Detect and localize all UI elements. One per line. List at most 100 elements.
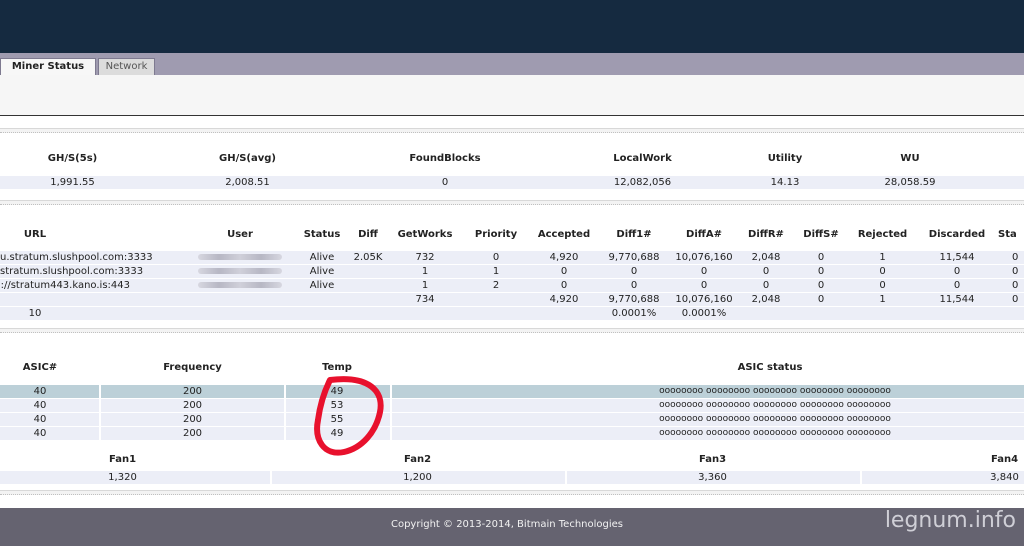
asic-temp: 49 (330, 386, 344, 397)
pool-user-redacted (195, 265, 285, 278)
pool-diffr: 0 (762, 280, 770, 291)
total-diff1: 9,770,688 (608, 294, 660, 305)
pool-user-redacted (195, 251, 285, 264)
summary-header-foundblocks: FoundBlocks (409, 153, 481, 164)
pool-url: stratum.slushpool.com:3333 (0, 266, 144, 277)
pool-discarded: 0 (953, 266, 961, 277)
pool-sta: 0 (1012, 280, 1019, 291)
summary-utility: 14.13 (770, 177, 800, 188)
fan-speed-3: 3,360 (698, 472, 727, 483)
copyright-text: Copyright © 2013-2014, Bitmain Technolog… (390, 519, 624, 530)
top-banner (0, 0, 1024, 53)
pool-diffs: 0 (817, 252, 825, 263)
pools-header-discarded: Discarded (928, 229, 986, 240)
tab-miner-status[interactable]: Miner Status (0, 58, 96, 76)
asic-frequency: 200 (182, 428, 203, 439)
table-row (0, 471, 1024, 484)
fan-speed-4: 3,840 (990, 472, 1019, 483)
asic-status: oooooooo oooooooo oooooooo oooooooo oooo… (659, 414, 891, 424)
pool-status: Alive (309, 252, 335, 263)
pools-header-diffa: DiffA# (686, 229, 722, 240)
fan-header-2: Fan2 (403, 454, 432, 465)
pools-header-priority: Priority (474, 229, 518, 240)
watermark: legnum.info (884, 508, 1016, 533)
pool-priority: 2 (492, 280, 500, 291)
pools-header-sta: Sta (998, 229, 1017, 240)
pool-rejected: 1 (879, 252, 886, 263)
column-divider (99, 385, 101, 441)
asic-temp: 49 (330, 428, 344, 439)
asic-number: 40 (33, 414, 47, 425)
pools-header-diff: Diff (358, 229, 378, 240)
pool-accepted: 0 (560, 266, 568, 277)
asic-status: oooooooo oooooooo oooooooo oooooooo oooo… (659, 386, 891, 396)
summary-ghsavg: 2,008.51 (225, 177, 270, 188)
pool-status: Alive (309, 266, 335, 277)
summary-ghs5s: 1,991.55 (50, 177, 95, 188)
summary-header-ghs5s: GH/S(5s) (47, 153, 98, 164)
pools-header-diffs: DiffS# (803, 229, 839, 240)
summary-foundblocks: 0 (441, 177, 449, 188)
section-divider (0, 128, 1024, 133)
total-getworks: 734 (415, 294, 435, 305)
pool-getworks: 1 (421, 280, 429, 291)
total-sta: 0 (1012, 294, 1019, 305)
pool-diffr: 2,048 (751, 252, 781, 263)
pools-header-rejected: Rejected (857, 229, 908, 240)
asic-temp: 53 (330, 400, 344, 411)
column-divider (860, 471, 862, 484)
pool-sta: 0 (1012, 252, 1019, 263)
pool-getworks: 1 (421, 266, 429, 277)
fan-header-1: Fan1 (108, 454, 137, 465)
fan-header-4: Fan4 (990, 454, 1019, 465)
summary-wu: 28,058.59 (884, 177, 936, 188)
total-diffs: 0 (817, 294, 825, 305)
asic-number: 40 (33, 386, 47, 397)
total-rejected: 1 (879, 294, 886, 305)
pool-diff1: 0 (630, 280, 638, 291)
asic-header-temp: Temp (322, 362, 352, 373)
pool-sta: 0 (1012, 266, 1019, 277)
asic-status: oooooooo oooooooo oooooooo oooooooo oooo… (659, 428, 891, 438)
fan-speed-1: 1,320 (108, 472, 137, 483)
total-diffr: 2,048 (751, 294, 781, 305)
total-discarded: 11,544 (939, 294, 975, 305)
tab-network[interactable]: Network (98, 58, 155, 75)
pool-diffa: 0 (700, 280, 708, 291)
section-divider (0, 200, 1024, 205)
pool-discarded: 0 (953, 280, 961, 291)
pool-priority: 0 (492, 252, 500, 263)
total-accepted: 4,920 (549, 294, 579, 305)
column-divider (565, 471, 567, 484)
pool-diff1: 9,770,688 (608, 252, 660, 263)
pool-url: ://stratum443.kano.is:443 (0, 280, 130, 291)
pool-diffs: 0 (817, 266, 825, 277)
pool-accepted: 4,920 (549, 252, 579, 263)
pool-discarded: 11,544 (939, 252, 975, 263)
pool-diff1: 0 (630, 266, 638, 277)
fan-speed-2: 1,200 (403, 472, 432, 483)
asic-frequency: 200 (182, 400, 203, 411)
sub-toolbar (0, 75, 1024, 116)
section-divider (0, 328, 1024, 333)
pools-header-accepted: Accepted (537, 229, 591, 240)
summary-localwork: 12,082,056 (613, 177, 672, 188)
column-divider (270, 471, 272, 484)
pool-accepted: 0 (560, 280, 568, 291)
table-row-percent (0, 307, 1024, 320)
summary-header-ghsavg: GH/S(avg) (219, 153, 276, 164)
pool-diff: 2.05K (353, 252, 383, 263)
summary-header-utility: Utility (767, 153, 803, 164)
asic-number: 40 (33, 428, 47, 439)
pools-header-diff1: Diff1# (616, 229, 652, 240)
percent-diffa: 0.0001% (681, 308, 727, 319)
pools-header-status: Status (303, 229, 341, 240)
asic-number: 40 (33, 400, 47, 411)
pool-count: 10 (28, 308, 42, 319)
pool-url: u.stratum.slushpool.com:3333 (0, 252, 153, 263)
asic-status: oooooooo oooooooo oooooooo oooooooo oooo… (659, 400, 891, 410)
pool-priority: 1 (492, 266, 500, 277)
column-divider (284, 385, 286, 441)
summary-header-wu: WU (900, 153, 920, 164)
section-divider (0, 490, 1024, 495)
